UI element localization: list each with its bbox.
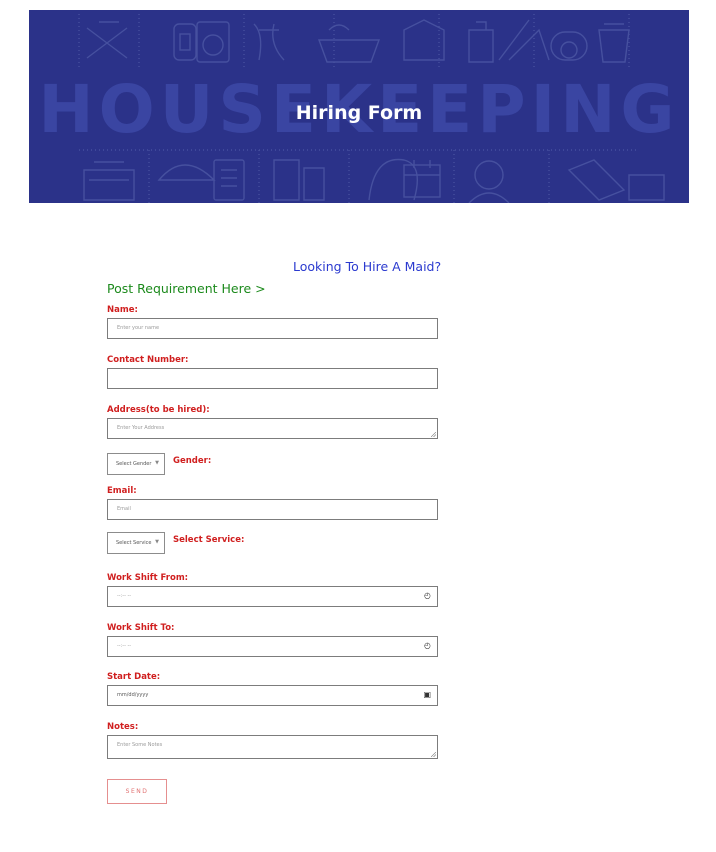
notes-textarea[interactable]: Enter Some Notes [107,735,438,759]
notes-label: Notes: [107,722,139,732]
contact-number-label: Contact Number: [107,355,189,365]
chevron-down-icon: ▼ [155,539,159,545]
contact-number-input[interactable] [107,368,438,389]
name-input[interactable]: Enter your name [107,318,438,339]
email-label: Email: [107,486,137,496]
shift-to-time-input[interactable]: --:-- -- ◴ [107,636,438,657]
clock-icon[interactable]: ◴ [424,642,431,650]
notes-placeholder: Enter Some Notes [117,742,163,748]
name-placeholder: Enter your name [117,325,160,331]
address-placeholder: Enter Your Address [117,425,165,431]
page-title: Hiring Form [295,102,423,124]
shift-to-label: Work Shift To: [107,623,175,633]
clock-icon[interactable]: ◴ [424,592,431,600]
start-date-input[interactable]: mm/dd/yyyy ▣ [107,685,438,706]
address-textarea[interactable]: Enter Your Address [107,418,438,439]
shift-to-value: --:-- -- [117,643,132,649]
form-heading: Looking To Hire A Maid? [293,259,442,274]
gender-selected-value: Select Gender [116,461,152,467]
post-requirement-heading: Post Requirement Here > [107,281,266,296]
resize-handle-icon[interactable] [431,432,436,437]
gender-select[interactable]: Select Gender ▼ [107,453,165,475]
calendar-icon[interactable]: ▣ [423,691,431,699]
service-select[interactable]: Select Service ▼ [107,532,165,554]
send-button[interactable]: SEND [107,779,167,804]
hero-banner: HOUSEKEEPING Hiring Form [29,10,689,203]
shift-from-value: --:-- -- [117,593,132,599]
gender-label: Gender: [173,456,212,466]
service-selected-value: Select Service [116,540,152,546]
service-label: Select Service: [173,535,245,545]
address-label: Address(to be hired): [107,405,210,415]
name-label: Name: [107,305,138,315]
resize-handle-icon[interactable] [431,752,436,757]
start-date-label: Start Date: [107,672,161,682]
email-input[interactable]: Email [107,499,438,520]
chevron-down-icon: ▼ [155,460,159,466]
email-placeholder: Email [117,506,131,512]
shift-from-time-input[interactable]: --:-- -- ◴ [107,586,438,607]
shift-from-label: Work Shift From: [107,573,189,583]
start-date-value: mm/dd/yyyy [117,692,149,698]
